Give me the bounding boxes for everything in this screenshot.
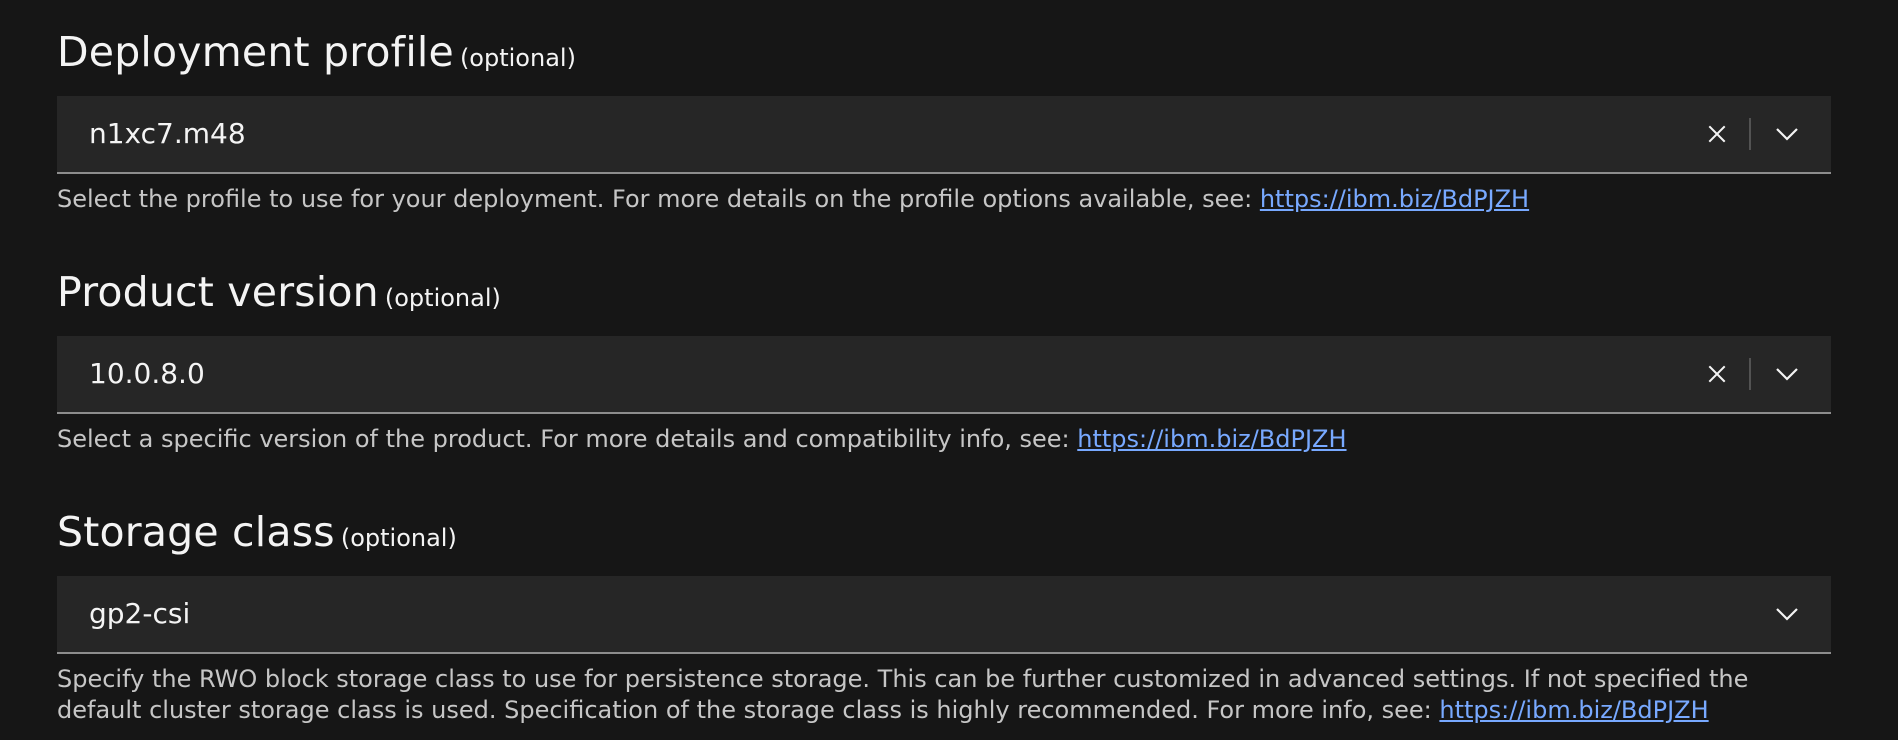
optional-tag: (optional) xyxy=(384,284,501,312)
close-icon xyxy=(1708,125,1726,143)
clear-selection-button[interactable] xyxy=(1699,356,1735,392)
helper-link[interactable]: https://ibm.biz/BdPJZH xyxy=(1439,696,1708,724)
open-menu-button[interactable] xyxy=(1767,116,1807,152)
clear-selection-button[interactable] xyxy=(1699,116,1735,152)
combobox-value[interactable]: gp2-csi xyxy=(89,576,190,652)
chevron-down-icon xyxy=(1776,368,1798,381)
open-menu-button[interactable] xyxy=(1767,596,1807,632)
helper-text: Specify the RWO block storage class to u… xyxy=(57,664,1831,726)
combobox-value[interactable]: 10.0.8.0 xyxy=(89,336,205,412)
storage-class-dropdown[interactable]: gp2-csi xyxy=(57,576,1831,654)
optional-tag: (optional) xyxy=(340,524,457,552)
field-label-text: Product version xyxy=(57,268,379,316)
helper-link[interactable]: https://ibm.biz/BdPJZH xyxy=(1077,425,1346,453)
field-label: Deployment profile (optional) xyxy=(57,32,576,73)
open-menu-button[interactable] xyxy=(1767,356,1807,392)
product-version-combobox[interactable]: 10.0.8.0 xyxy=(57,336,1831,414)
field-label-text: Storage class xyxy=(57,508,335,556)
helper-text-body: Select the profile to use for your deplo… xyxy=(57,185,1260,213)
optional-tag: (optional) xyxy=(459,44,576,72)
combobox-divider xyxy=(1749,118,1751,150)
field-label: Product version (optional) xyxy=(57,272,501,313)
chevron-down-icon xyxy=(1776,128,1798,141)
deployment-profile-combobox[interactable]: n1xc7.m48 xyxy=(57,96,1831,174)
helper-link[interactable]: https://ibm.biz/BdPJZH xyxy=(1260,185,1529,213)
helper-text: Select a specific version of the product… xyxy=(57,424,1831,455)
field-label: Storage class (optional) xyxy=(57,512,457,553)
helper-text-body: Select a specific version of the product… xyxy=(57,425,1078,453)
chevron-down-icon xyxy=(1776,608,1798,621)
combobox-value[interactable]: n1xc7.m48 xyxy=(89,96,246,172)
close-icon xyxy=(1708,365,1726,383)
combobox-divider xyxy=(1749,358,1751,390)
field-label-text: Deployment profile xyxy=(57,28,454,76)
helper-text: Select the profile to use for your deplo… xyxy=(57,184,1831,215)
